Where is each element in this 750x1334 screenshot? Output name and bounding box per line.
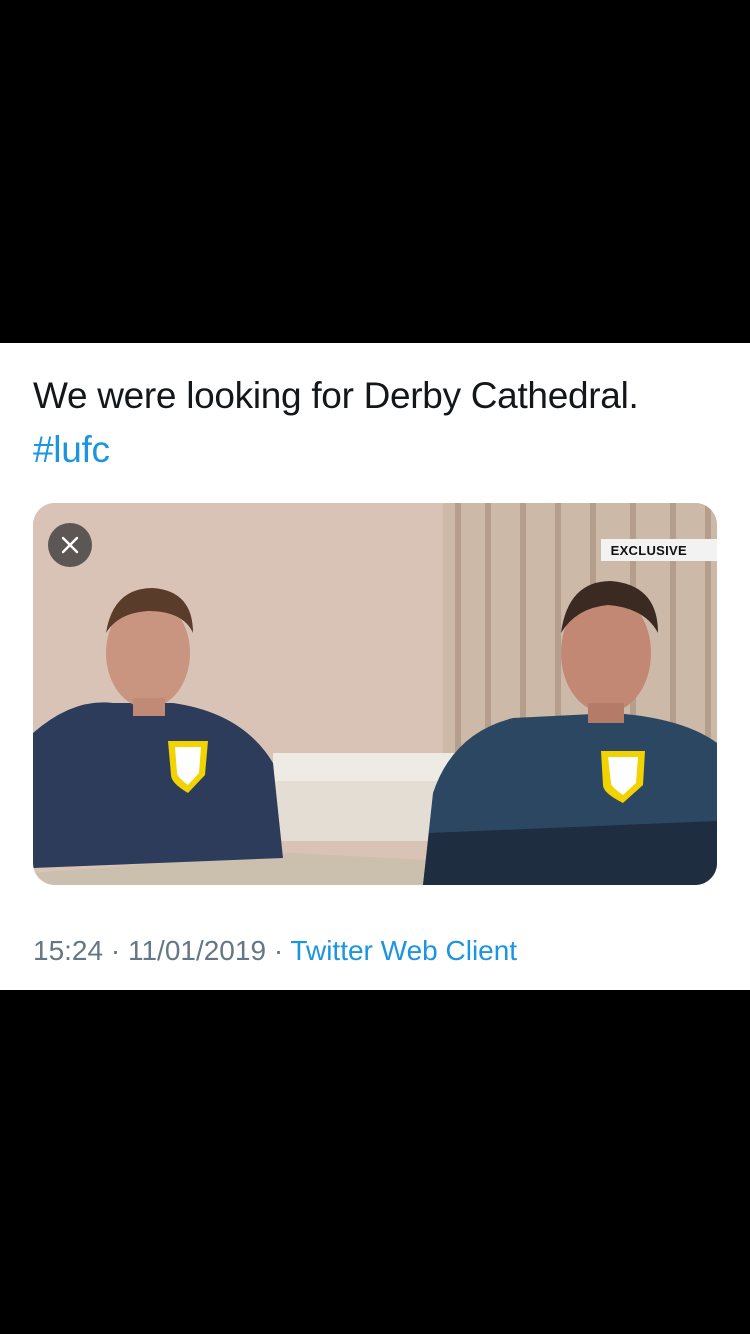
tweet-body: We were looking for Derby Cathedral. (33, 375, 639, 416)
hashtag-link[interactable]: #lufc (33, 423, 723, 477)
tweet-media[interactable]: EXCLUSIVE (33, 503, 717, 885)
close-button[interactable] (48, 523, 92, 567)
meta-separator: · (273, 935, 284, 966)
tweet-text: We were looking for Derby Cathedral. #lu… (33, 369, 723, 477)
source-link[interactable]: Twitter Web Client (290, 935, 517, 966)
exclusive-badge: EXCLUSIVE (600, 539, 717, 561)
tweet-meta: 15:24 · 11/01/2019 · Twitter Web Client (33, 935, 517, 967)
tweet-time: 15:24 (33, 935, 104, 966)
tweet-date: 11/01/2019 (127, 935, 267, 966)
close-icon (61, 536, 79, 554)
tweet-card: We were looking for Derby Cathedral. #lu… (0, 343, 750, 990)
meta-separator: · (110, 935, 121, 966)
